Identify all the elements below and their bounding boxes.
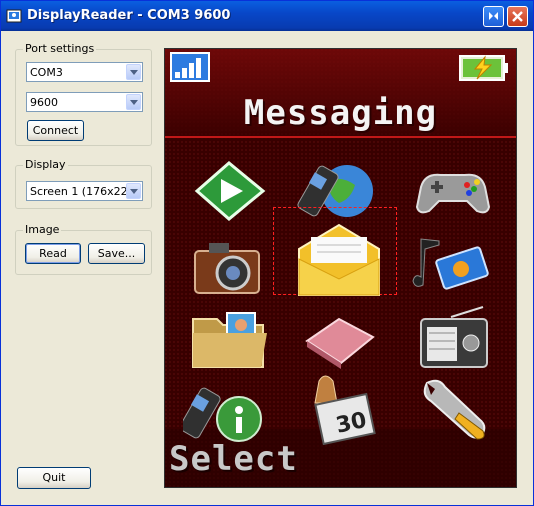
media-player-icon[interactable] — [187, 153, 271, 229]
display-group: Display Screen 1 (176x220) — [15, 158, 152, 209]
phone-display: Messaging 30 Select — [164, 48, 517, 488]
close-icon — [512, 11, 523, 22]
screen-select-value: Screen 1 (176x220) — [30, 185, 139, 198]
music-video-icon[interactable] — [409, 229, 493, 305]
restore-icon — [489, 12, 498, 20]
file-manager-icon[interactable] — [187, 301, 271, 377]
screen-select[interactable]: Screen 1 (176x220) — [26, 181, 143, 201]
quit-button[interactable]: Quit — [17, 467, 91, 489]
camera-icon[interactable] — [187, 229, 271, 305]
port-select-value: COM3 — [30, 66, 63, 79]
chevron-down-icon[interactable] — [126, 64, 141, 80]
left-softkey-label[interactable]: Select — [169, 439, 298, 479]
image-group: Image Read Save... — [15, 223, 152, 275]
radio-icon[interactable] — [411, 301, 495, 377]
restore-button[interactable] — [483, 6, 504, 27]
baud-select[interactable]: 9600 — [26, 92, 143, 112]
app-icon — [6, 8, 22, 24]
screen-title: Messaging — [243, 93, 438, 133]
battery-charging-icon — [459, 55, 508, 81]
chevron-down-icon[interactable] — [126, 94, 141, 110]
window-title: DisplayReader - COM3 9600 — [27, 8, 231, 23]
settings-icon[interactable] — [413, 369, 497, 445]
port-select[interactable]: COM3 — [26, 62, 143, 82]
chevron-down-icon[interactable] — [126, 183, 141, 199]
read-button[interactable]: Read — [25, 243, 81, 264]
port-settings-group: Port settings COM3 9600 Connect — [15, 42, 152, 146]
messaging-icon[interactable] — [291, 219, 387, 299]
connect-button[interactable]: Connect — [27, 120, 84, 141]
save-button[interactable]: Save... — [88, 243, 145, 264]
image-label: Image — [23, 223, 62, 236]
baud-select-value: 9600 — [30, 96, 58, 109]
signal-strength-icon — [170, 52, 210, 82]
port-settings-label: Port settings — [23, 42, 97, 55]
games-icon[interactable] — [411, 153, 495, 229]
display-label: Display — [23, 158, 68, 171]
organiser-icon[interactable] — [297, 301, 381, 377]
alarm-calendar-icon[interactable]: 30 — [299, 369, 383, 445]
close-button[interactable] — [507, 6, 528, 27]
app-window: DisplayReader - COM3 9600 Port settings … — [0, 0, 534, 506]
client-area: Port settings COM3 9600 Connect Display … — [4, 31, 530, 503]
title-bar[interactable]: DisplayReader - COM3 9600 — [1, 1, 533, 31]
